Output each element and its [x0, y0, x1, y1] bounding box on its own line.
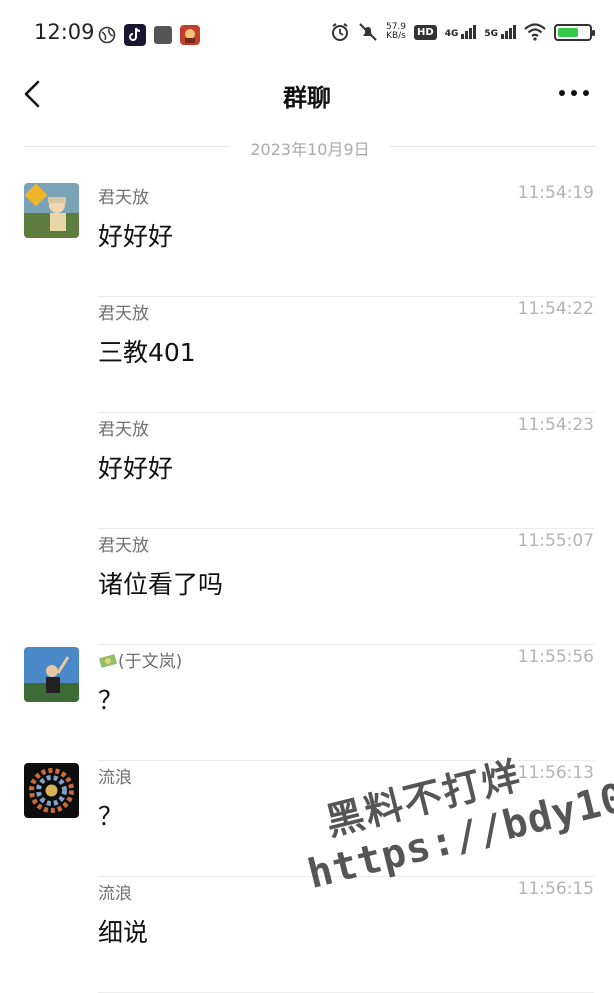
hd-badge: HD: [414, 24, 437, 40]
status-bar: 12:09 57.9 KB/s HD 4G 5G: [0, 0, 614, 66]
message-text: ？: [98, 686, 124, 715]
status-right-icons: 57.9 KB/s HD 4G 5G: [330, 22, 595, 42]
more-dots-icon[interactable]: [554, 78, 594, 108]
signal-bar-icon: [513, 25, 516, 39]
signal-bar-icon: [465, 31, 469, 39]
message-time: 11:54:22: [517, 299, 594, 319]
globe-icon: [98, 26, 116, 44]
message-item[interactable]: 君天放 11:55:07 诸位看了吗: [0, 529, 614, 645]
message-text: 细说: [98, 918, 149, 947]
net-speed-unit: KB/s: [386, 31, 406, 41]
page-title: 群聊: [283, 84, 331, 112]
message-text: 好好好: [98, 454, 174, 483]
sender-name-text: (于文岚): [118, 652, 183, 672]
signal-bar-icon: [501, 34, 504, 39]
sender-name: 君天放: [98, 420, 149, 440]
message-item[interactable]: 流浪 11:56:15 细说: [0, 877, 614, 993]
message-item[interactable]: 君天放 11:54:22 三教401: [0, 297, 614, 413]
message-time: 11:54:23: [517, 415, 594, 435]
sender-name: 流浪: [98, 768, 132, 788]
message-text: ？: [98, 802, 124, 831]
message-time: 11:56:15: [517, 879, 594, 899]
date-divider: 2023年10月9日: [24, 132, 596, 162]
signal-bar-icon: [473, 25, 477, 39]
sender-name: 君天放: [98, 536, 149, 556]
square-app-icon: [154, 26, 172, 44]
signal-bar-icon: [505, 31, 508, 39]
net-speed: 57.9 KB/s: [386, 23, 406, 41]
message-item[interactable]: 君天放 11:54:19 好好好: [0, 181, 614, 297]
battery-icon: [554, 23, 595, 41]
alarm-icon: [331, 23, 348, 41]
message-time: 11:55:56: [517, 647, 594, 667]
message-item[interactable]: 君天放 11:54:23 好好好: [0, 413, 614, 529]
message-time: 11:56:13: [517, 763, 594, 783]
game-icon: [180, 25, 200, 45]
avatar[interactable]: [24, 183, 79, 238]
avatar[interactable]: [24, 647, 79, 702]
status-time: 12:09: [34, 20, 95, 44]
signal-5g: 5G: [484, 25, 516, 39]
message-text: 三教401: [98, 338, 196, 367]
message-time: 11:55:07: [517, 531, 594, 551]
mute-icon: [359, 23, 377, 41]
money-icon: [99, 654, 117, 668]
message-item[interactable]: 流浪 11:56:13 ？: [0, 761, 614, 877]
signal-bar-icon: [509, 28, 512, 39]
tiktok-icon: [124, 24, 146, 46]
wifi-icon: [524, 23, 546, 41]
notification-icons: [98, 24, 200, 46]
date-label: 2023年10月9日: [250, 140, 370, 159]
sender-name: 君天放: [98, 304, 149, 324]
message-text: 好好好: [98, 222, 174, 251]
message-text: 诸位看了吗: [98, 570, 224, 599]
signal-bar-icon: [461, 34, 465, 39]
signal-bar-icon: [469, 28, 473, 39]
sender-name: 君天放: [98, 188, 149, 208]
sender-name: (于文岚): [98, 647, 182, 672]
signal-4g: 4G: [445, 25, 477, 39]
sender-name: 流浪: [98, 884, 132, 904]
signal-5g-label: 5G: [484, 29, 498, 39]
nav-bar: 群聊: [0, 66, 614, 124]
signal-4g-label: 4G: [444, 29, 459, 39]
avatar[interactable]: [24, 763, 79, 818]
message-item[interactable]: (于文岚) 11:55:56 ？: [0, 645, 614, 761]
message-time: 11:54:19: [517, 183, 594, 203]
